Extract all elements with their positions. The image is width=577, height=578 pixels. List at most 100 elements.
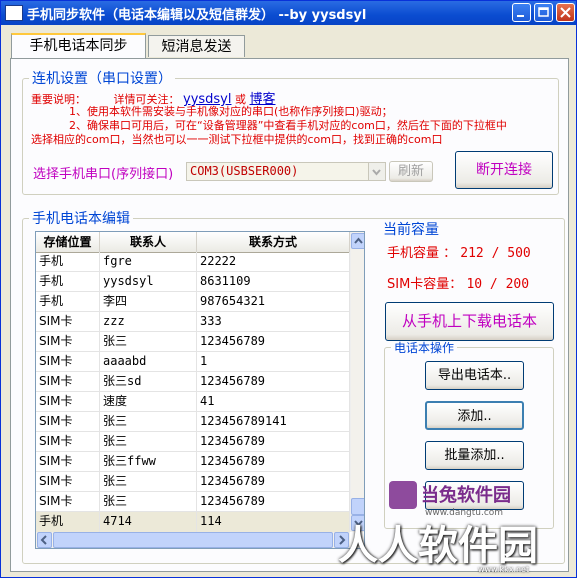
minimize-icon	[517, 15, 524, 17]
tab-phonebook-sync[interactable]: 手机电话本同步	[11, 33, 146, 58]
cell-contact[interactable]: 张三ffww	[100, 452, 197, 472]
batch-add-button[interactable]: 批量添加..	[425, 441, 524, 470]
scroll-up-icon	[354, 237, 363, 244]
column-header-contact[interactable]: 联系人	[100, 232, 197, 252]
table-row[interactable]: 手机 4714 114	[36, 512, 350, 532]
cell-location[interactable]: SIM卡	[36, 452, 100, 472]
download-phonebook-button[interactable]: 从手机上下载电话本	[385, 302, 554, 341]
cell-contact[interactable]: zzz	[100, 312, 197, 332]
app-window: 手机同步软件（电话本编辑以及短信群发） --by yysdsyl 手机电话本同步…	[0, 0, 577, 578]
connection-settings-legend: 连机设置（串口设置）	[32, 71, 172, 87]
maximize-button[interactable]	[534, 3, 553, 22]
cell-contact[interactable]: 4714	[100, 512, 197, 532]
add-contact-button[interactable]: 添加..	[425, 401, 524, 430]
cell-contact[interactable]: 张三	[100, 412, 197, 432]
cell-contact[interactable]: aaaabd	[100, 352, 197, 372]
disconnect-button[interactable]: 断开连接	[455, 151, 553, 189]
table-row[interactable]: SIM卡 张三ffww 123456789	[36, 452, 350, 472]
window-title: 手机同步软件（电话本编辑以及短信群发） --by yysdsyl	[27, 8, 367, 23]
refresh-button[interactable]: 刷新	[389, 161, 433, 182]
watermark-logo-text: 当兔软件园	[421, 484, 511, 506]
scroll-up-button[interactable]	[351, 233, 364, 249]
cell-phone[interactable]: 987654321	[197, 292, 350, 312]
minimize-button[interactable]	[512, 3, 531, 22]
close-button[interactable]	[556, 3, 575, 22]
cell-location[interactable]: 手机	[36, 252, 100, 272]
column-header-phone[interactable]: 联系方式	[197, 232, 350, 252]
table-row[interactable]: SIM卡 张三 123456789	[36, 472, 350, 492]
capacity-legend: 当前容量	[383, 222, 439, 238]
cell-phone[interactable]: 123456789	[197, 492, 350, 512]
export-phonebook-button[interactable]: 导出电话本..	[425, 361, 524, 390]
cell-contact[interactable]: yysdsyl	[100, 272, 197, 292]
cell-phone[interactable]: 123456789	[197, 432, 350, 452]
phonebook-table[interactable]: 存储位置 联系人 联系方式 手机 fgre 22222 手机 yysdsyl 863110…	[35, 231, 365, 549]
cell-phone[interactable]: 123456789	[197, 332, 350, 352]
cell-phone[interactable]: 22222	[197, 252, 350, 272]
horizontal-scroll-thumb[interactable]	[53, 532, 333, 548]
cell-phone[interactable]: 1	[197, 352, 350, 372]
table-row[interactable]: SIM卡 张三 123456789	[36, 432, 350, 452]
cell-contact[interactable]: fgre	[100, 252, 197, 272]
horizontal-scrollbar[interactable]	[36, 532, 350, 548]
table-row[interactable]: SIM卡 aaaabd 1	[36, 352, 350, 372]
table-row[interactable]: 手机 李四 987654321	[36, 292, 350, 312]
cell-phone[interactable]: 123456789	[197, 372, 350, 392]
cell-location[interactable]: SIM卡	[36, 432, 100, 452]
cell-location[interactable]: SIM卡	[36, 492, 100, 512]
phonebook-ops-legend: 电话本操作	[394, 341, 455, 355]
cell-phone[interactable]: 8631109	[197, 272, 350, 292]
cell-location[interactable]: SIM卡	[36, 372, 100, 392]
port-select-value: COM3(USBSER000)	[190, 164, 299, 178]
maximize-icon	[538, 7, 549, 17]
watermark-small-text: www.kkx.net	[478, 565, 530, 574]
cell-location[interactable]: SIM卡	[36, 352, 100, 372]
table-row[interactable]: SIM卡 张三sd 123456789	[36, 372, 350, 392]
chevron-down-icon[interactable]	[368, 163, 385, 180]
column-header-location[interactable]: 存储位置	[36, 232, 100, 252]
cell-location[interactable]: SIM卡	[36, 312, 100, 332]
app-window-icon	[5, 5, 23, 21]
cell-location[interactable]: SIM卡	[36, 392, 100, 412]
cell-phone[interactable]: 41	[197, 392, 350, 412]
cell-phone[interactable]: 123456789	[197, 472, 350, 492]
title-bar[interactable]: 手机同步软件（电话本编辑以及短信群发） --by yysdsyl	[1, 1, 576, 25]
cell-contact[interactable]: 张三	[100, 472, 197, 492]
sim-capacity: SIM卡容量： 10 / 200	[387, 277, 530, 292]
phonebook-edit-legend: 手机电话本编辑	[32, 211, 130, 227]
close-icon	[560, 7, 571, 18]
cell-contact[interactable]: 张三	[100, 332, 197, 352]
table-row[interactable]: SIM卡 张三 123456789	[36, 492, 350, 512]
cell-phone[interactable]: 114	[197, 512, 350, 532]
cell-contact[interactable]: 速度	[100, 392, 197, 412]
tab-sms-send[interactable]: 短消息发送	[148, 35, 245, 57]
cell-location[interactable]: SIM卡	[36, 472, 100, 492]
cell-contact[interactable]: 张三	[100, 432, 197, 452]
cell-contact[interactable]: 张三sd	[100, 372, 197, 392]
cell-contact[interactable]: 张三	[100, 492, 197, 512]
table-row[interactable]: SIM卡 zzz 333	[36, 312, 350, 332]
cell-location[interactable]: 手机	[36, 272, 100, 292]
cell-location[interactable]: SIM卡	[36, 412, 100, 432]
cell-phone[interactable]: 123456789	[197, 452, 350, 472]
note-line-3: 选择相应的com口，当然也可以一一测试下拉框中提供的com口，找到正确的com口	[31, 133, 443, 146]
watermark-big-text: 人人软件园	[338, 523, 538, 569]
scroll-left-icon	[40, 535, 47, 545]
table-row[interactable]: SIM卡 速度 41	[36, 392, 350, 412]
table-row[interactable]: 手机 yysdsyl 8631109	[36, 272, 350, 292]
cell-location[interactable]: SIM卡	[36, 332, 100, 352]
table-header: 存储位置 联系人 联系方式	[36, 232, 350, 253]
table-row[interactable]: 手机 fgre 22222	[36, 252, 350, 272]
port-select[interactable]: COM3(USBSER000)	[186, 162, 386, 181]
phone-capacity: 手机容量 ： 212 / 500	[387, 246, 531, 261]
vertical-scrollbar[interactable]	[350, 232, 364, 532]
cell-location[interactable]: 手机	[36, 292, 100, 312]
cell-phone[interactable]: 333	[197, 312, 350, 332]
cell-location[interactable]: 手机	[36, 512, 100, 532]
port-label: 选择手机串口(序列接口)	[33, 167, 174, 182]
table-row[interactable]: SIM卡 张三 123456789141	[36, 412, 350, 432]
scroll-left-button[interactable]	[37, 532, 52, 548]
cell-phone[interactable]: 123456789141	[197, 412, 350, 432]
table-row[interactable]: SIM卡 张三 123456789	[36, 332, 350, 352]
cell-contact[interactable]: 李四	[100, 292, 197, 312]
